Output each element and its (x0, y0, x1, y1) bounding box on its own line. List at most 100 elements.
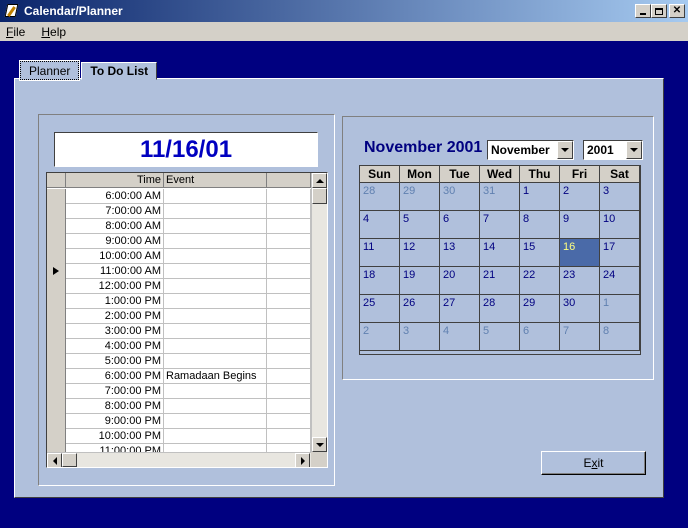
scroll-left-button[interactable] (47, 453, 62, 467)
time-cell[interactable]: 8:00:00 PM (66, 399, 164, 414)
table-row[interactable]: 7:00:00 PM (47, 384, 311, 399)
calendar-day[interactable]: 29 (520, 295, 560, 323)
time-cell[interactable]: 8:00:00 AM (66, 219, 164, 234)
calendar-day[interactable]: 13 (440, 239, 480, 267)
row-selector[interactable] (47, 339, 66, 354)
event-cell[interactable] (164, 294, 267, 309)
calendar-day[interactable]: 30 (440, 183, 480, 211)
calendar-day[interactable]: 26 (400, 295, 440, 323)
time-cell[interactable]: 10:00:00 PM (66, 429, 164, 444)
row-selector[interactable] (47, 279, 66, 294)
calendar-day-selected[interactable]: 16 (560, 239, 600, 267)
column-header-time[interactable]: Time (66, 173, 164, 188)
blank-cell[interactable] (267, 294, 311, 309)
event-cell[interactable] (164, 189, 267, 204)
calendar-day[interactable]: 5 (400, 211, 440, 239)
calendar-day[interactable]: 22 (520, 267, 560, 295)
calendar-day[interactable]: 31 (480, 183, 520, 211)
table-row[interactable]: 10:00:00 AM (47, 249, 311, 264)
calendar-day[interactable]: 21 (480, 267, 520, 295)
month-dropdown-button[interactable] (557, 141, 573, 159)
row-selector[interactable] (47, 234, 66, 249)
blank-cell[interactable] (267, 309, 311, 324)
event-cell[interactable] (164, 309, 267, 324)
time-cell[interactable]: 7:00:00 AM (66, 204, 164, 219)
table-row[interactable]: 8:00:00 AM (47, 219, 311, 234)
blank-cell[interactable] (267, 369, 311, 384)
event-cell[interactable] (164, 234, 267, 249)
time-cell[interactable]: 6:00:00 PM (66, 369, 164, 384)
close-icon[interactable]: ✕ (669, 4, 685, 18)
tab-to-do-list[interactable]: To Do List (81, 62, 158, 80)
table-row[interactable]: 6:00:00 AM (47, 189, 311, 204)
calendar-day[interactable]: 14 (480, 239, 520, 267)
row-selector[interactable] (47, 219, 66, 234)
vertical-scroll-thumb[interactable] (312, 188, 327, 204)
time-cell[interactable]: 12:00:00 PM (66, 279, 164, 294)
horizontal-scrollbar[interactable] (47, 452, 311, 467)
table-row[interactable]: 12:00:00 PM (47, 279, 311, 294)
row-selector[interactable] (47, 264, 66, 279)
event-cell[interactable]: Ramadaan Begins (164, 369, 267, 384)
blank-cell[interactable] (267, 249, 311, 264)
calendar-day[interactable]: 10 (600, 211, 640, 239)
maximize-icon[interactable] (651, 4, 667, 18)
table-row[interactable]: 4:00:00 PM (47, 339, 311, 354)
calendar-day[interactable]: 29 (400, 183, 440, 211)
calendar-day[interactable]: 8 (600, 323, 640, 351)
blank-cell[interactable] (267, 204, 311, 219)
calendar-day[interactable]: 30 (560, 295, 600, 323)
calendar-day[interactable]: 11 (360, 239, 400, 267)
event-cell[interactable] (164, 204, 267, 219)
event-cell[interactable] (164, 384, 267, 399)
time-cell[interactable]: 9:00:00 AM (66, 234, 164, 249)
time-cell[interactable]: 11:00:00 AM (66, 264, 164, 279)
calendar-day[interactable]: 3 (400, 323, 440, 351)
calendar-day[interactable]: 4 (360, 211, 400, 239)
table-row[interactable]: 7:00:00 AM (47, 204, 311, 219)
row-selector[interactable] (47, 249, 66, 264)
event-cell[interactable] (164, 429, 267, 444)
calendar-day[interactable]: 15 (520, 239, 560, 267)
row-selector[interactable] (47, 294, 66, 309)
column-header-event[interactable]: Event (164, 173, 267, 188)
row-selector[interactable] (47, 399, 66, 414)
year-select[interactable]: 2001 (583, 140, 643, 160)
event-cell[interactable] (164, 414, 267, 429)
blank-cell[interactable] (267, 264, 311, 279)
scroll-up-button[interactable] (312, 173, 327, 188)
calendar-day[interactable]: 1 (520, 183, 560, 211)
table-row[interactable]: 10:00:00 PM (47, 429, 311, 444)
table-row[interactable]: 9:00:00 PM (47, 414, 311, 429)
row-selector[interactable] (47, 189, 66, 204)
blank-cell[interactable] (267, 354, 311, 369)
menu-help[interactable]: Help (39, 25, 68, 39)
calendar-day[interactable]: 7 (480, 211, 520, 239)
vertical-scrollbar[interactable] (311, 173, 327, 453)
scroll-right-button[interactable] (295, 453, 310, 467)
calendar-day[interactable]: 17 (600, 239, 640, 267)
calendar-day[interactable]: 25 (360, 295, 400, 323)
calendar-day[interactable]: 18 (360, 267, 400, 295)
table-row[interactable]: 3:00:00 PM (47, 324, 311, 339)
calendar-day[interactable]: 19 (400, 267, 440, 295)
calendar-day[interactable]: 23 (560, 267, 600, 295)
year-dropdown-button[interactable] (626, 141, 642, 159)
time-cell[interactable]: 9:00:00 PM (66, 414, 164, 429)
calendar-day[interactable]: 27 (440, 295, 480, 323)
event-cell[interactable] (164, 219, 267, 234)
menu-file[interactable]: File (4, 25, 27, 39)
row-selector[interactable] (47, 429, 66, 444)
month-select[interactable]: November (487, 140, 574, 160)
blank-cell[interactable] (267, 414, 311, 429)
time-cell[interactable]: 4:00:00 PM (66, 339, 164, 354)
time-cell[interactable]: 6:00:00 AM (66, 189, 164, 204)
calendar-day[interactable]: 24 (600, 267, 640, 295)
table-row[interactable]: 6:00:00 PM Ramadaan Begins (47, 369, 311, 384)
calendar-day[interactable]: 2 (360, 323, 400, 351)
calendar-day[interactable]: 3 (600, 183, 640, 211)
event-cell[interactable] (164, 339, 267, 354)
calendar-day[interactable]: 28 (360, 183, 400, 211)
calendar-day[interactable]: 4 (440, 323, 480, 351)
row-selector[interactable] (47, 324, 66, 339)
